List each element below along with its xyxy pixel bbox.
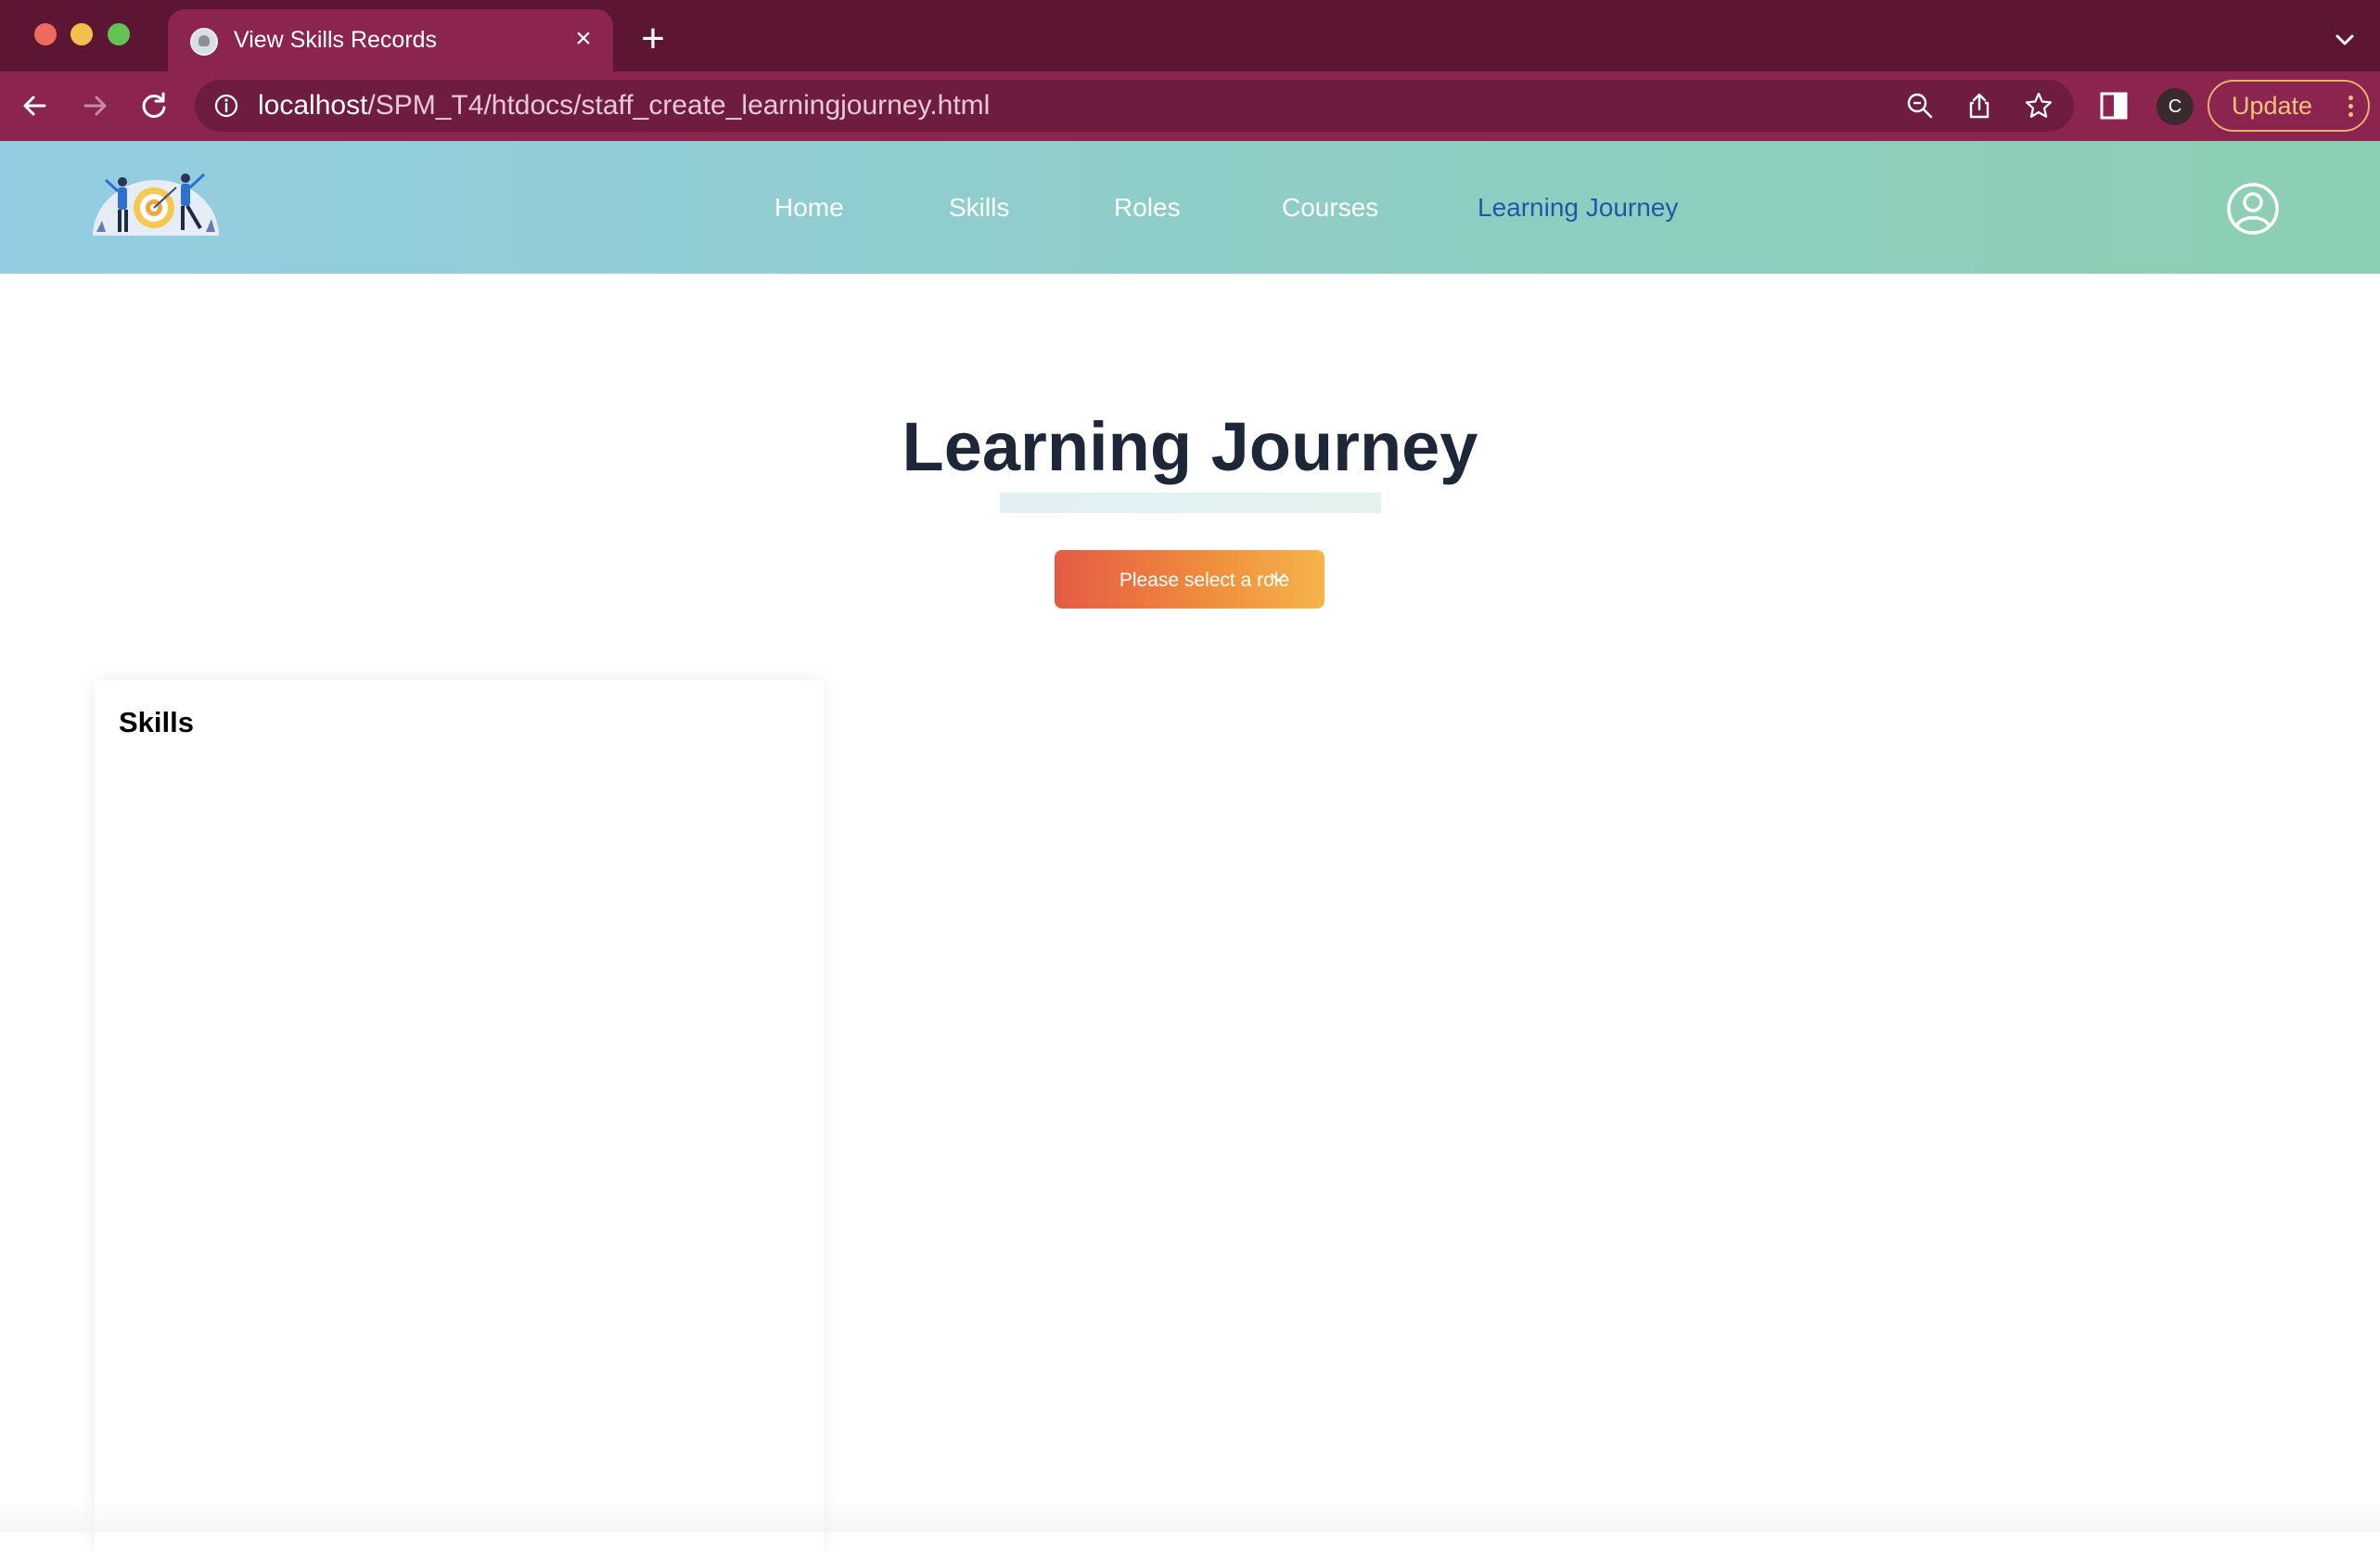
site-info-icon[interactable] xyxy=(213,93,239,119)
skills-heading: Skills xyxy=(119,706,194,738)
maximize-window-button[interactable] xyxy=(108,23,130,45)
title-underline xyxy=(1000,493,1381,513)
url-host: localhost xyxy=(258,90,368,121)
side-panel-icon[interactable] xyxy=(2093,85,2134,126)
browser-tab-bar: View Skills Records × + xyxy=(0,0,2380,71)
forward-arrow-icon[interactable] xyxy=(74,85,115,126)
url-text: localhost/SPM_T4/htdocs/staff_create_lea… xyxy=(258,90,990,122)
address-bar[interactable]: localhost/SPM_T4/htdocs/staff_create_lea… xyxy=(195,80,2074,132)
skills-panel: Skills xyxy=(95,680,824,1552)
role-select-dropdown[interactable]: Please select a role xyxy=(1055,550,1324,609)
tab-title: View Skills Records xyxy=(234,27,438,53)
bookmark-star-icon[interactable] xyxy=(2024,91,2054,121)
nav-courses[interactable]: Courses xyxy=(1282,192,1378,224)
reload-icon[interactable] xyxy=(134,85,174,126)
chevron-down-icon xyxy=(1271,573,1286,582)
minimize-window-button[interactable] xyxy=(70,23,93,45)
tab-close-icon[interactable]: × xyxy=(568,23,599,55)
site-header: Home Skills Roles Courses Learning Journ… xyxy=(0,141,2380,274)
nav-skills[interactable]: Skills xyxy=(949,192,1009,224)
more-options-icon[interactable] xyxy=(2346,93,2355,121)
share-icon[interactable] xyxy=(1964,91,1994,121)
update-label: Update xyxy=(2232,92,2313,120)
team-target-logo[interactable] xyxy=(87,165,224,237)
user-circle-icon[interactable] xyxy=(2226,182,2280,236)
new-tab-button[interactable]: + xyxy=(634,19,672,59)
elephant-icon xyxy=(190,28,218,56)
tab-search-chevron-icon[interactable] xyxy=(2328,23,2361,57)
page-title: Learning Journey xyxy=(902,408,1478,485)
browser-tab[interactable]: View Skills Records × xyxy=(168,9,613,71)
nav-learning-journey[interactable]: Learning Journey xyxy=(1478,192,1678,224)
nav-home[interactable]: Home xyxy=(774,192,844,224)
nav-roles[interactable]: Roles xyxy=(1114,192,1181,224)
browser-toolbar: localhost/SPM_T4/htdocs/staff_create_lea… xyxy=(0,71,2380,141)
browser-profile-avatar[interactable]: C xyxy=(2156,88,2194,125)
url-path: /SPM_T4/htdocs/staff_create_learningjour… xyxy=(367,90,991,121)
update-button[interactable]: Update xyxy=(2207,80,2370,132)
back-arrow-icon[interactable] xyxy=(15,85,56,126)
zoom-out-icon[interactable] xyxy=(1905,91,1935,121)
close-window-button[interactable] xyxy=(34,23,57,45)
role-select-label: Please select a role xyxy=(1119,570,1290,591)
